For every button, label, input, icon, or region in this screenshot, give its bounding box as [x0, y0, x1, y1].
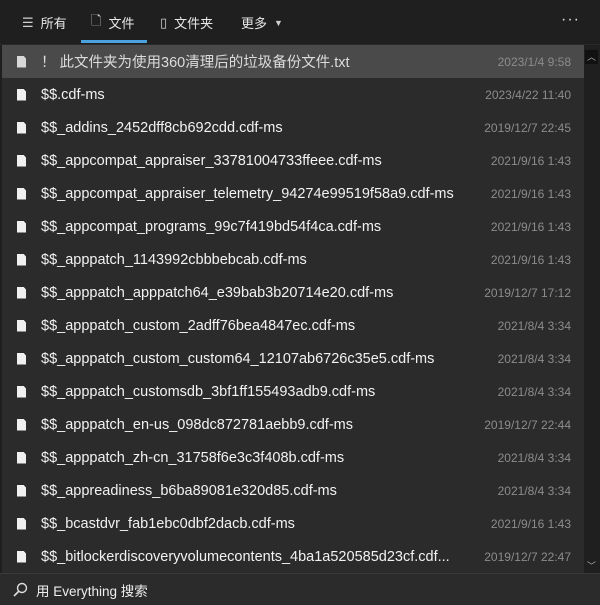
tab-all[interactable]: ☰ 所有	[22, 0, 67, 45]
file-row[interactable]: $$_appcompat_programs_99c7f419bd54f4ca.c…	[2, 210, 584, 243]
file-date: 2021/9/16 1:43	[490, 219, 571, 234]
file-icon	[17, 484, 26, 497]
tab-files[interactable]: 🗋 文件	[80, 0, 149, 45]
scrollbar[interactable]: ︿ ﹀	[585, 45, 598, 573]
file-row[interactable]: $$_apppatch_1143992cbbbebcab.cdf-ms 2021/…	[2, 243, 584, 276]
file-name: ！ 此文件夹为使用360清理后的垃圾备份文件.txt	[41, 55, 350, 71]
file-icon	[17, 220, 26, 233]
file-name: $$_apppatch_zh-cn_31758f6e3c3f408b.cdf-m…	[41, 449, 345, 466]
file-icon	[17, 154, 26, 167]
file-name: $$_bitlockerdiscoveryvolumecontents_4ba1…	[41, 548, 450, 565]
file-date: 2019/12/7 22:47	[484, 549, 571, 564]
file-icon	[17, 55, 26, 68]
file-row[interactable]: $$_appcompat_appraiser_telemetry_94274e9…	[2, 177, 584, 210]
file-name: $$_appcompat_appraiser_33781004733ffeee.…	[41, 152, 382, 169]
file-name: $$_apppatch_customsdb_3bf1ff155493adb9.c…	[41, 383, 376, 400]
file-date: 2021/9/16 1:43	[490, 252, 571, 267]
file-name: $$_appcompat_programs_99c7f419bd54f4ca.c…	[41, 218, 382, 235]
file-date: 2023/1/4 9:58	[497, 54, 571, 69]
file-row[interactable]: $$_apppatch_custom_2adff76bea4847ec.cdf-…	[2, 309, 584, 342]
file-date: 2021/9/16 1:43	[490, 186, 571, 201]
scroll-up-icon[interactable]: ︿	[585, 50, 598, 64]
file-row[interactable]: $$_apppatch_zh-cn_31758f6e3c3f408b.cdf-m…	[2, 441, 584, 474]
file-date: 2021/9/16 1:43	[490, 516, 571, 531]
file-name: $$_apppatch_1143992cbbbebcab.cdf-ms	[41, 251, 307, 268]
file-date: 2021/8/4 3:34	[497, 384, 571, 399]
file-name: $$_appreadiness_b6ba89081e320d85.cdf-ms	[41, 482, 337, 499]
file-icon	[17, 352, 26, 365]
file-icon	[17, 418, 26, 431]
tab-label: 文件	[108, 16, 135, 31]
tab-more[interactable]: 更多 ▼	[241, 0, 283, 45]
file-date: 2019/12/7 22:44	[484, 417, 571, 432]
file-icon	[17, 319, 26, 332]
file-date: 2019/12/7 17:12	[484, 285, 571, 300]
file-row[interactable]: $$_apppatch_apppatch64_e39bab3b20714e20.…	[2, 276, 584, 309]
file-icon	[17, 286, 26, 299]
tab-label: 所有	[40, 16, 67, 31]
file-name: $$_addins_2452dff8cb692cdd.cdf-ms	[41, 119, 283, 136]
list-icon: ☰	[22, 14, 34, 30]
caret-down-icon: ▼	[274, 17, 283, 28]
file-icon	[17, 451, 26, 464]
file-icon	[17, 187, 26, 200]
file-date: 2021/8/4 3:34	[497, 318, 571, 333]
file-date: 2021/8/4 3:34	[497, 450, 571, 465]
file-icon	[17, 88, 26, 101]
file-date: 2021/8/4 3:34	[497, 351, 571, 366]
file-row[interactable]: $$_apppatch_en-us_098dc872781aebb9.cdf-m…	[2, 408, 584, 441]
file-row[interactable]: $$_apppatch_customsdb_3bf1ff155493adb9.c…	[2, 375, 584, 408]
file-row[interactable]: $$_appreadiness_b6ba89081e320d85.cdf-ms 2…	[2, 474, 584, 507]
folder-icon: ▯	[160, 14, 168, 30]
tab-folders[interactable]: ▯ 文件夹	[160, 0, 213, 45]
file-name: $$_bcastdvr_fab1ebc0dbf2dacb.cdf-ms	[41, 515, 295, 532]
file-icon: 🗋	[91, 12, 102, 28]
file-icon	[17, 121, 26, 134]
file-name: $$_apppatch_custom_2adff76bea4847ec.cdf-…	[41, 317, 356, 334]
file-name: $$_apppatch_custom_custom64_12107ab6726c…	[41, 350, 435, 367]
file-date: 2021/9/16 1:43	[490, 153, 571, 168]
search-icon	[13, 582, 28, 597]
footer-label: 用 Everything 搜索	[36, 583, 148, 599]
file-row[interactable]: $$_bitlockerdiscoveryvolumecontents_4ba1…	[2, 540, 584, 573]
file-name: $$_appcompat_appraiser_telemetry_94274e9…	[41, 185, 454, 202]
file-row[interactable]: $$_addins_2452dff8cb692cdd.cdf-ms 2019/12…	[2, 111, 584, 144]
file-list: ！ 此文件夹为使用360清理后的垃圾备份文件.txt 2023/1/4 9:58 $…	[2, 45, 584, 573]
file-date: 2021/8/4 3:34	[497, 483, 571, 498]
file-name: $$_apppatch_apppatch64_e39bab3b20714e20.…	[41, 284, 394, 301]
file-date: 2019/12/7 22:45	[484, 120, 571, 135]
more-options-button[interactable]: ···	[561, 11, 580, 29]
file-row[interactable]: ！ 此文件夹为使用360清理后的垃圾备份文件.txt 2023/1/4 9:58	[2, 45, 584, 78]
scroll-down-icon[interactable]: ﹀	[585, 559, 598, 573]
file-row[interactable]: $$_apppatch_custom_custom64_12107ab6726c…	[2, 342, 584, 375]
file-row[interactable]: $$_bcastdvr_fab1ebc0dbf2dacb.cdf-ms 2021/…	[2, 507, 584, 540]
file-icon	[17, 253, 26, 266]
file-row[interactable]: $$.cdf-ms 2023/4/22 11:40	[2, 78, 584, 111]
file-row[interactable]: $$_appcompat_appraiser_33781004733ffeee.…	[2, 144, 584, 177]
tab-label: 文件夹	[174, 16, 214, 31]
tab-label: 更多	[241, 16, 268, 31]
file-name: $$.cdf-ms	[41, 86, 105, 103]
tab-bar: ☰ 所有 🗋 文件 ▯ 文件夹 更多 ▼ ···	[0, 0, 600, 45]
file-icon	[17, 385, 26, 398]
search-with-everything-button[interactable]: 用 Everything 搜索	[0, 573, 600, 605]
file-icon	[17, 517, 26, 530]
file-name: $$_apppatch_en-us_098dc872781aebb9.cdf-m…	[41, 416, 353, 433]
file-date: 2023/4/22 11:40	[485, 87, 571, 102]
file-icon	[17, 550, 26, 563]
